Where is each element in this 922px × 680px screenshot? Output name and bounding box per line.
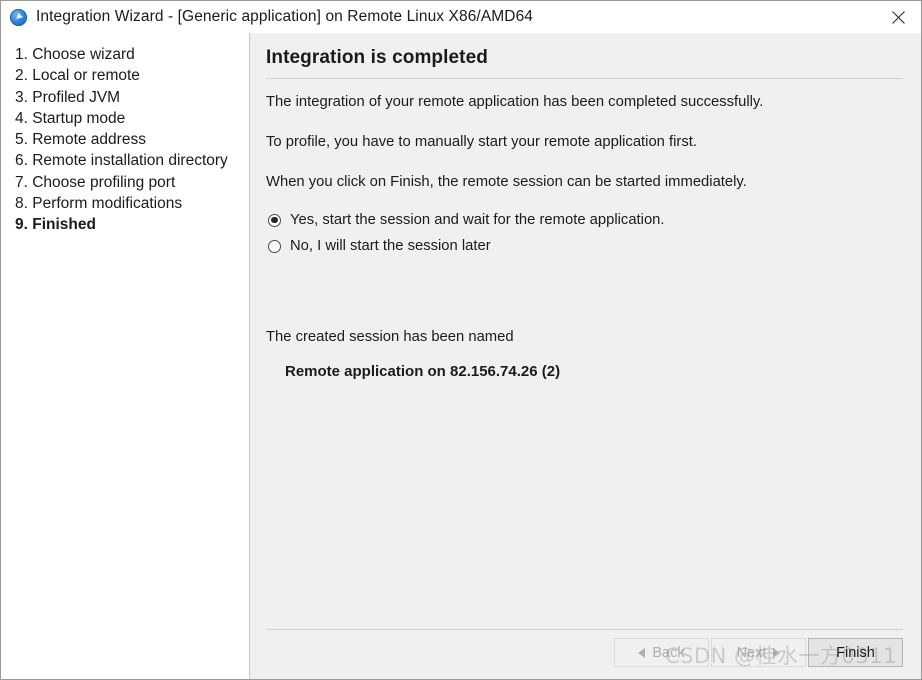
sidebar-step-3[interactable]: 3. Profiled JVM <box>15 87 249 108</box>
wizard-steps-sidebar: 1. Choose wizard 2. Local or remote 3. P… <box>1 33 250 679</box>
sidebar-step-4[interactable]: 4. Startup mode <box>15 108 249 129</box>
radio-option-yes[interactable]: Yes, start the session and wait for the … <box>268 211 903 229</box>
finish-button-label: Finish <box>836 644 875 661</box>
radio-selected-icon <box>268 213 281 227</box>
window-body: 1. Choose wizard 2. Local or remote 3. P… <box>1 33 921 679</box>
close-button[interactable] <box>875 1 921 33</box>
back-button[interactable]: Back <box>614 638 709 667</box>
radio-option-yes-label: Yes, start the session and wait for the … <box>290 212 665 228</box>
main-panel: Integration is completed The integration… <box>250 33 921 679</box>
sidebar-step-8[interactable]: 8. Perform modifications <box>15 193 249 214</box>
session-caption: The created session has been named <box>266 329 514 345</box>
paragraph-finish-hint: When you click on Finish, the remote ses… <box>266 174 747 190</box>
finish-button[interactable]: Finish <box>808 638 903 667</box>
radio-option-no[interactable]: No, I will start the session later <box>268 237 903 255</box>
paragraph-manual-start: To profile, you have to manually start y… <box>266 134 697 150</box>
next-button-label: Next <box>736 644 767 661</box>
radio-option-no-label: No, I will start the session later <box>290 238 491 254</box>
radio-unselected-icon <box>268 239 281 253</box>
sidebar-step-7[interactable]: 7. Choose profiling port <box>15 172 249 193</box>
window-title: Integration Wizard - [Generic applicatio… <box>36 8 534 25</box>
compass-icon <box>10 8 27 26</box>
sidebar-step-5[interactable]: 5. Remote address <box>15 129 249 150</box>
chevron-left-icon <box>638 647 646 658</box>
title-bar: Integration Wizard - [Generic applicatio… <box>1 1 921 33</box>
wizard-button-bar: Back Next Finish CSDN @桂水一方0311 <box>266 629 903 679</box>
start-session-radio-group: Yes, start the session and wait for the … <box>268 211 903 255</box>
title-divider <box>266 78 903 79</box>
close-icon <box>891 10 905 24</box>
sidebar-step-6[interactable]: 6. Remote installation directory <box>15 150 249 171</box>
sidebar-step-9[interactable]: 9. Finished <box>15 214 249 235</box>
page-title: Integration is completed <box>266 47 488 68</box>
session-info: The created session has been named Remot… <box>266 329 903 380</box>
sidebar-step-1[interactable]: 1. Choose wizard <box>15 44 249 65</box>
sidebar-step-2[interactable]: 2. Local or remote <box>15 65 249 86</box>
next-button[interactable]: Next <box>711 638 806 667</box>
paragraph-success: The integration of your remote applicati… <box>266 94 764 110</box>
integration-wizard-window: Integration Wizard - [Generic applicatio… <box>0 0 922 680</box>
main-content: Integration is completed The integration… <box>250 33 921 629</box>
session-name: Remote application on 82.156.74.26 (2) <box>285 363 561 380</box>
back-button-label: Back <box>652 644 685 661</box>
chevron-right-icon <box>773 647 781 658</box>
